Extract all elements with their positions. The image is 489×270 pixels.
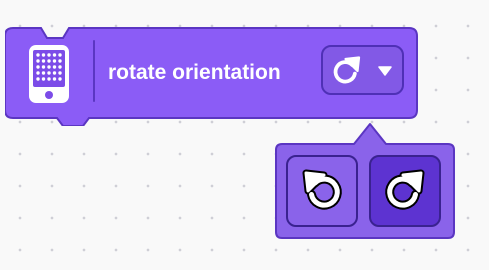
phone-dot-grid-icon bbox=[29, 45, 69, 103]
rotate-clockwise-option[interactable] bbox=[369, 155, 441, 227]
block-divider bbox=[93, 40, 95, 102]
rotate-counterclockwise-option[interactable] bbox=[286, 155, 358, 227]
rotation-options-popup bbox=[272, 120, 458, 242]
rotation-direction-dropdown[interactable] bbox=[321, 45, 404, 95]
rotate-counterclockwise-icon bbox=[302, 169, 342, 210]
rotate-orientation-block[interactable]: rotate orientation bbox=[5, 0, 421, 126]
rotate-clockwise-icon bbox=[333, 56, 361, 84]
block-label: rotate orientation bbox=[108, 61, 281, 84]
rotate-clockwise-icon bbox=[385, 169, 425, 210]
caret-down-icon bbox=[378, 66, 392, 76]
